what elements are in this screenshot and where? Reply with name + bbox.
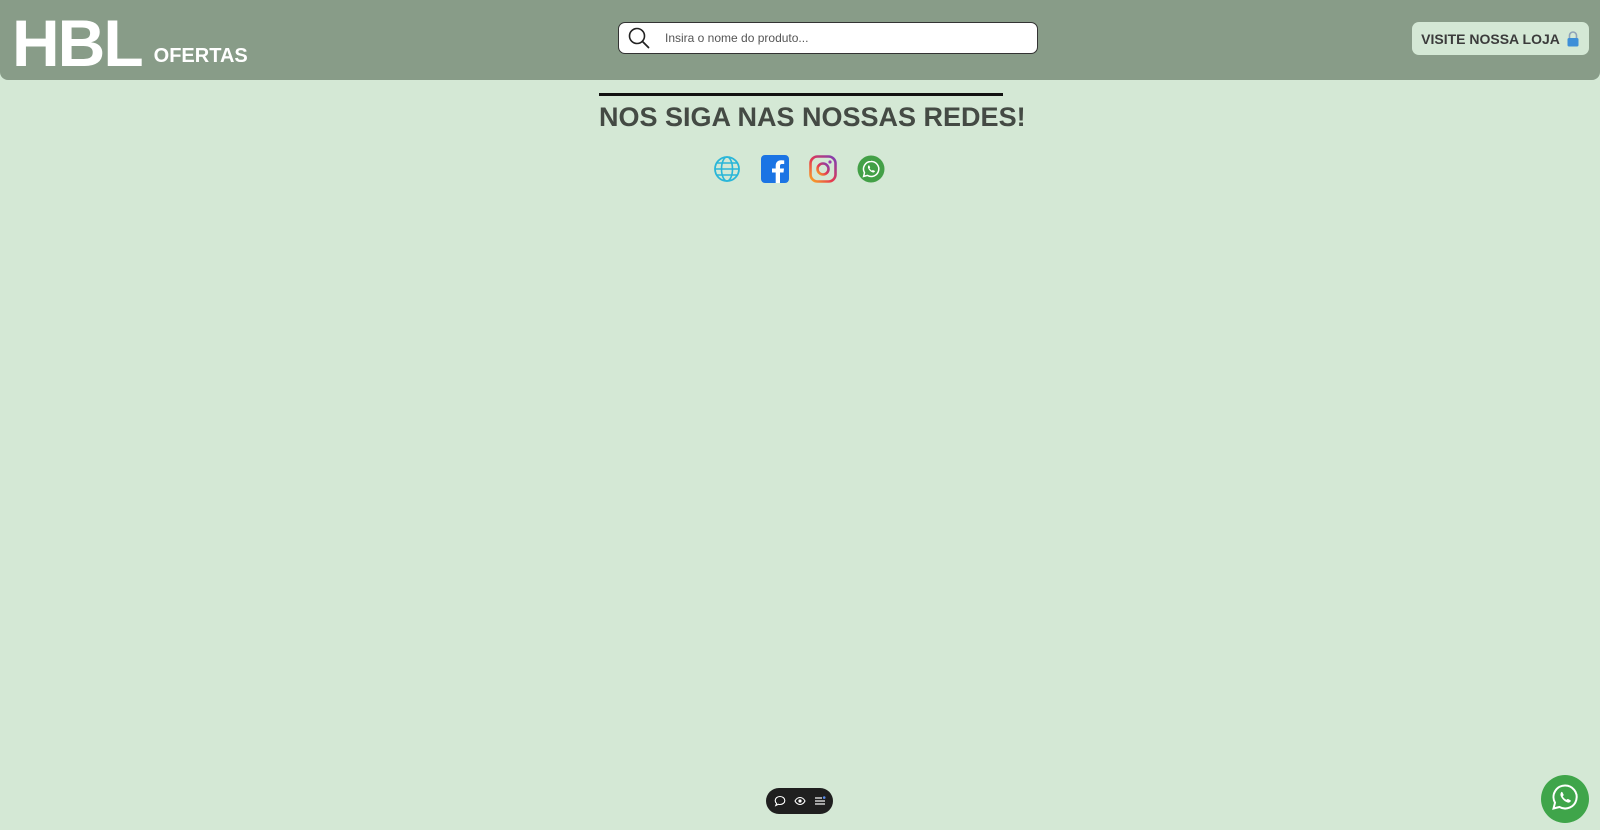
visit-store-button[interactable]: VISITE NOSSA LOJA bbox=[1412, 22, 1589, 55]
site-header: HBL OFERTAS VISITE NOSSA LOJA bbox=[0, 0, 1600, 80]
instagram-link[interactable] bbox=[809, 154, 837, 188]
social-links bbox=[713, 154, 885, 188]
facebook-link[interactable] bbox=[761, 154, 789, 188]
bottom-toolbar bbox=[766, 788, 833, 814]
logo-sub-text: OFERTAS bbox=[153, 45, 248, 67]
whatsapp-float-button[interactable] bbox=[1541, 775, 1589, 823]
eye-icon[interactable] bbox=[793, 794, 807, 808]
whatsapp-icon bbox=[857, 155, 885, 188]
search-input[interactable] bbox=[665, 26, 1005, 50]
title-divider bbox=[599, 93, 1003, 96]
whatsapp-icon bbox=[1550, 782, 1580, 817]
globe-icon bbox=[713, 155, 741, 188]
comment-icon[interactable] bbox=[773, 794, 787, 808]
visit-store-label: VISITE NOSSA LOJA bbox=[1421, 30, 1560, 47]
list-icon[interactable] bbox=[813, 794, 827, 808]
logo-main-text: HBL bbox=[12, 6, 144, 80]
search-icon[interactable] bbox=[627, 26, 651, 50]
website-link[interactable] bbox=[713, 155, 741, 188]
page: HBL OFERTAS VISITE NOSSA LOJA NOS SIG bbox=[0, 0, 1600, 830]
facebook-icon bbox=[761, 154, 789, 188]
instagram-icon bbox=[809, 154, 837, 188]
search-bar bbox=[618, 22, 1038, 54]
lock-icon bbox=[1566, 30, 1580, 47]
page-title: NOS SIGA NAS NOSSAS REDES! bbox=[599, 102, 1026, 132]
logo[interactable]: HBL OFERTAS bbox=[12, 4, 248, 80]
whatsapp-link[interactable] bbox=[857, 155, 885, 188]
